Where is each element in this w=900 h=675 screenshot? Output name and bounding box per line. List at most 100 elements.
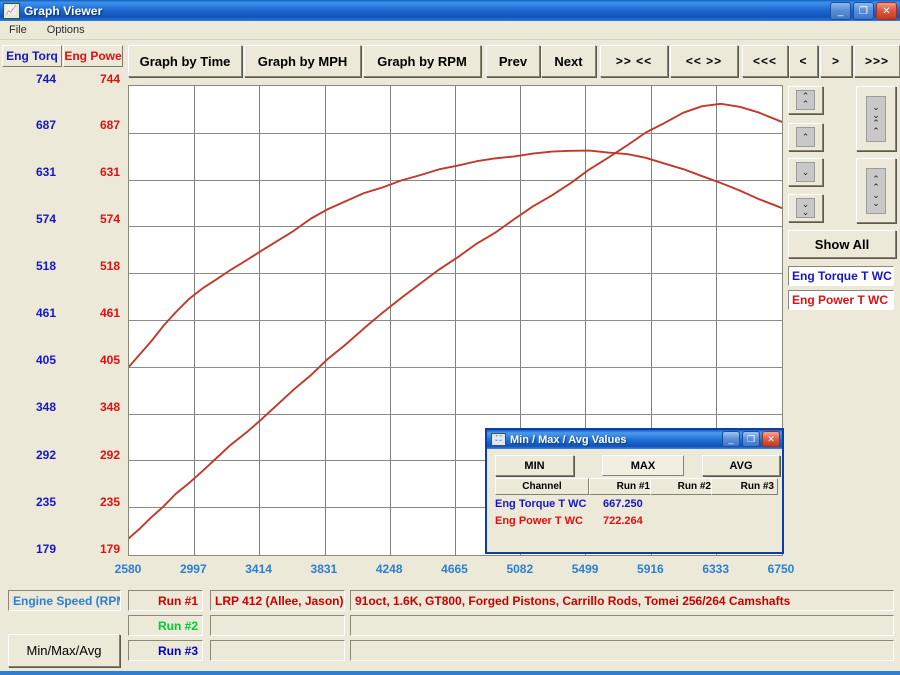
right-channel-label-1[interactable]: Eng Power T WC	[788, 290, 894, 310]
nav-button-scroll-down-left[interactable]: ⌄	[788, 158, 823, 186]
title-bar: 📈 Graph Viewer _ ❐ ✕	[0, 0, 900, 21]
y-tick-torque-9: 235	[35, 495, 56, 509]
dialog-close-button[interactable]: ✕	[762, 431, 780, 447]
toolbar-button-0[interactable]: Graph by Time	[128, 45, 242, 77]
run-notes-field-3[interactable]	[350, 640, 894, 661]
chevron-glyph: ⌄	[801, 207, 810, 217]
run-name-field-3[interactable]	[210, 640, 345, 661]
y-tick-power-3: 574	[99, 212, 120, 226]
y-tick-power-5: 461	[99, 306, 120, 320]
nav-button-scroll-down-fast-left[interactable]: ⌄ ⌄	[788, 194, 823, 222]
window-title: Graph Viewer	[24, 3, 103, 18]
chevron-icon: ⌄ ⌄	[796, 198, 815, 218]
y-tick-power-9: 235	[99, 495, 120, 509]
toolbar-button-7[interactable]: <<<	[742, 45, 788, 77]
maximize-button[interactable]: ❐	[853, 2, 874, 20]
window-icon: ⛶	[491, 433, 506, 446]
y-tick-torque-5: 461	[35, 306, 56, 320]
run-label-1[interactable]: Run #1	[128, 590, 203, 611]
toolbar-button-8[interactable]: <	[789, 45, 818, 77]
toolbar-button-5[interactable]: >> <<	[600, 45, 668, 77]
table-row-run1-1: 722.264	[603, 515, 643, 527]
nav-button-scroll-up-fast-left[interactable]: ⌃ ⌃	[788, 86, 823, 114]
menu-bar: File Options	[0, 21, 900, 40]
chevron-icon: ⌃	[796, 127, 815, 147]
run-notes-field-1[interactable]: 91oct, 1.6K, GT800, Forged Pistons, Carr…	[350, 590, 894, 611]
menu-item-options[interactable]: Options	[44, 23, 88, 37]
chevron-icon: ⌄ ⌄ ⌃ ⌃	[866, 95, 886, 142]
run-name-field-2[interactable]	[210, 615, 345, 636]
toolbar-button-6[interactable]: << >>	[670, 45, 738, 77]
y-tick-power-8: 292	[99, 448, 120, 462]
close-button[interactable]: ✕	[876, 2, 897, 20]
y-tick-power-10: 179	[99, 542, 120, 556]
show-all-button[interactable]: Show All	[788, 230, 896, 258]
mode-button-min[interactable]: MIN	[495, 455, 574, 476]
y-tick-power-4: 518	[99, 259, 120, 273]
table-header-0[interactable]: Channel	[495, 478, 589, 495]
table-header-1[interactable]: Run #1	[589, 478, 654, 495]
toolbar-button-2[interactable]: Graph by RPM	[363, 45, 481, 77]
x-tick-9: 6333	[702, 562, 730, 576]
mode-button-max[interactable]: MAX	[602, 455, 684, 476]
toolbar-button-3[interactable]: Prev	[486, 45, 540, 77]
x-tick-5: 4665	[441, 562, 468, 576]
x-tick-3: 3831	[310, 562, 338, 576]
y-tick-torque-0: 744	[35, 72, 56, 86]
toolbar-button-1[interactable]: Graph by MPH	[244, 45, 361, 77]
y-tick-power-0: 744	[99, 72, 120, 86]
dialog-minimize-button[interactable]: _	[722, 431, 740, 447]
menu-item-file[interactable]: File	[6, 23, 30, 37]
channel-button-eng-power[interactable]: Eng Powe	[63, 45, 123, 67]
run-name-field-1[interactable]: LRP 412 (Allee, Jason)	[210, 590, 345, 611]
x-channel-field[interactable]: Engine Speed (RPM)	[8, 590, 121, 611]
y-tick-torque-2: 631	[35, 165, 56, 179]
chevron-glyph: ⌃	[872, 125, 880, 136]
dialog-window-controls: _ ❐ ✕	[722, 431, 780, 447]
nav-button-compress-vertical[interactable]: ⌃ ⌃ ⌄ ⌄	[856, 158, 896, 223]
x-tick-8: 5916	[637, 562, 664, 576]
run-label-3[interactable]: Run #3	[128, 640, 203, 661]
y-tick-torque-7: 348	[35, 400, 56, 414]
x-tick-10: 6750	[767, 562, 795, 576]
min-max-avg-dialog[interactable]: ⛶ Min / Max / Avg Values _ ❐ ✕ MIN MAX AVG…	[485, 428, 784, 554]
x-tick-4: 4248	[375, 562, 403, 576]
table-header-2[interactable]: Run #2	[650, 478, 715, 495]
chevron-glyph: ⌄	[801, 167, 810, 177]
x-tick-6: 5082	[506, 562, 534, 576]
nav-button-scroll-up-left[interactable]: ⌃	[788, 123, 823, 151]
table-header-3[interactable]: Run #3	[711, 478, 778, 495]
x-tick-0: 2580	[114, 562, 142, 576]
graph-viewer-window: 📈 Graph Viewer _ ❐ ✕ File Options Eng To…	[0, 0, 900, 675]
chevron-glyph: ⌃	[801, 99, 810, 109]
chevron-glyph: ⌃	[801, 132, 810, 142]
toolbar-button-9[interactable]: >	[820, 45, 852, 77]
y-tick-power-7: 348	[99, 400, 120, 414]
y-tick-power-2: 631	[99, 165, 120, 179]
table-row-channel-1: Eng Power T WC	[495, 515, 583, 527]
y-tick-torque-4: 518	[35, 259, 56, 273]
minimize-button[interactable]: _	[830, 2, 851, 20]
channel-button-eng-torque[interactable]: Eng Torq	[2, 45, 62, 67]
x-tick-2: 3414	[245, 562, 272, 576]
table-row-run1-0: 667.250	[603, 498, 643, 510]
x-tick-7: 5499	[571, 562, 599, 576]
mode-button-avg[interactable]: AVG	[702, 455, 780, 476]
window-controls: _ ❐ ✕	[830, 2, 897, 20]
toolbar: Eng Torq Eng Powe Graph by Time Graph by …	[0, 42, 900, 77]
y-tick-torque-1: 687	[35, 118, 56, 132]
nav-button-expand-vertical[interactable]: ⌄ ⌄ ⌃ ⌃	[856, 86, 896, 151]
status-bar	[0, 671, 900, 675]
chevron-glyph: ⌄	[872, 197, 880, 208]
run-notes-field-2[interactable]	[350, 615, 894, 636]
chevron-icon: ⌃ ⌃ ⌄ ⌄	[866, 167, 886, 214]
right-channel-label-0[interactable]: Eng Torque T WC	[788, 266, 894, 286]
chevron-icon: ⌃ ⌃	[796, 90, 815, 110]
y-tick-torque-10: 179	[35, 542, 56, 556]
toolbar-button-4[interactable]: Next	[541, 45, 596, 77]
run-label-2[interactable]: Run #2	[128, 615, 203, 636]
min-max-avg-button[interactable]: Min/Max/Avg	[8, 634, 120, 667]
dialog-maximize-button[interactable]: ❐	[742, 431, 760, 447]
y-tick-power-6: 405	[99, 353, 120, 367]
toolbar-button-10[interactable]: >>>	[854, 45, 900, 77]
